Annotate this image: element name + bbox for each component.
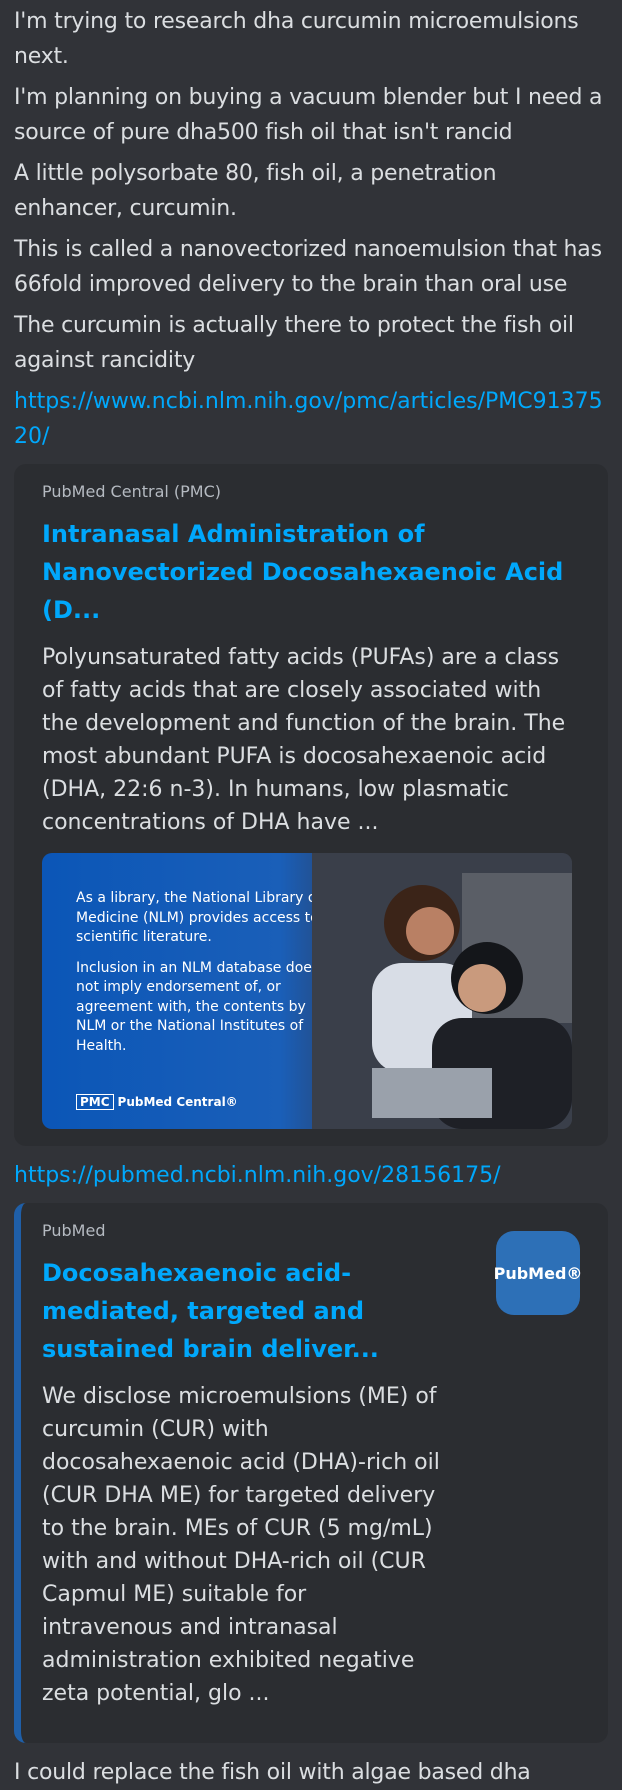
message-3: A little polysorbate 80, fish oil, a pen… xyxy=(14,161,497,221)
pubmed-thumbnail[interactable]: PubMed® xyxy=(494,1231,582,1315)
pmc-logo-text: PubMed Central® xyxy=(117,1095,238,1109)
message-2: I'm planning on buying a vacuum blender … xyxy=(14,85,603,145)
embed-provider[interactable]: PubMed Central (PMC) xyxy=(42,482,580,501)
people-illustration xyxy=(312,853,572,1129)
pmc-logo: PMC PubMed Central® xyxy=(76,1094,238,1110)
pmc-logo-box: PMC xyxy=(76,1094,114,1110)
image-text-1: As a library, the National Library of Me… xyxy=(76,890,322,945)
image-text-2: Inclusion in an NLM database does not im… xyxy=(76,959,320,1054)
embed-pubmed: PubMed PubMed® Docosahexaenoic acid-medi… xyxy=(14,1203,608,1743)
chat-messages: I'm trying to research dha curcumin micr… xyxy=(0,0,622,1790)
embed-pmc: PubMed Central (PMC) Intranasal Administ… xyxy=(14,464,608,1146)
message-6: I could replace the fish oil with algae … xyxy=(14,1760,531,1785)
embed-description: Polyunsaturated fatty acids (PUFAs) are … xyxy=(42,645,566,835)
message-5: The curcumin is actually there to protec… xyxy=(14,313,574,373)
embed-title[interactable]: Docosahexaenoic acid-mediated, targeted … xyxy=(42,1254,442,1368)
embed-image[interactable]: As a library, the National Library of Me… xyxy=(42,853,572,1129)
embed-body: Docosahexaenoic acid-mediated, targeted … xyxy=(42,1254,442,1710)
image-caption: As a library, the National Library of Me… xyxy=(76,889,326,1067)
embed-description: We disclose microemulsions (ME) of curcu… xyxy=(42,1384,440,1706)
link-pmc[interactable]: https://www.ncbi.nlm.nih.gov/pmc/article… xyxy=(14,384,608,454)
message-1: I'm trying to research dha curcumin micr… xyxy=(14,9,579,69)
message-4: This is called a nanovectorized nanoemul… xyxy=(14,237,602,297)
embed-title[interactable]: Intranasal Administration of Nanovectori… xyxy=(42,515,580,629)
link-pubmed[interactable]: https://pubmed.ncbi.nlm.nih.gov/28156175… xyxy=(14,1158,608,1193)
